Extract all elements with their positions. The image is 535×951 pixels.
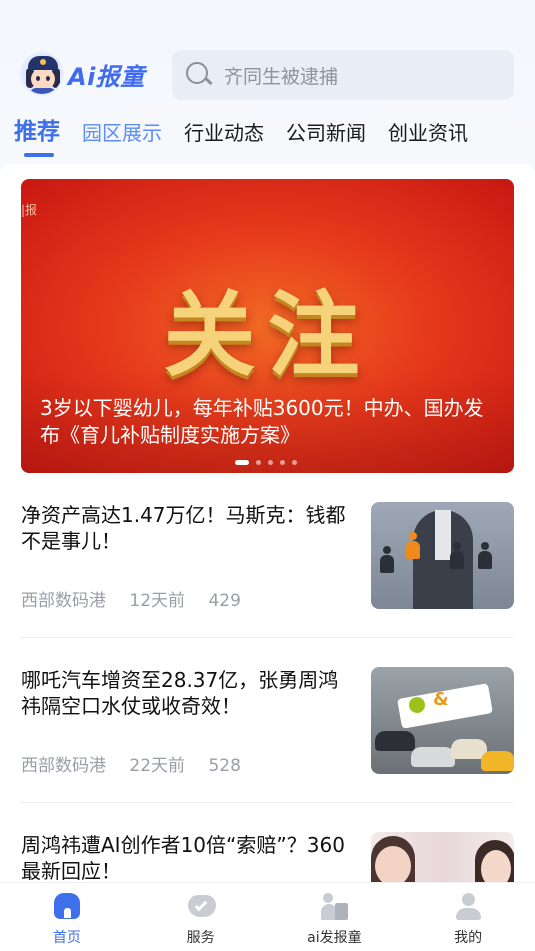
nav-service[interactable]: 服务 [134, 883, 268, 951]
nav-home[interactable]: 首页 [0, 883, 134, 951]
news-source: 西部数码港 [21, 591, 106, 611]
category-tabs: 推荐 园区展示 行业动态 公司新闻 创业资讯 [14, 108, 490, 158]
app-logo[interactable]: Ai报童 [20, 52, 145, 96]
divider [21, 637, 514, 638]
news-title: 哪吒汽车增资至28.37亿，张勇周鸿祎隔空口水仗或收奇效！ [21, 668, 339, 718]
news-time: 12天前 [129, 591, 186, 611]
news-meta: 西部数码港 12天前 429 [21, 586, 259, 611]
banner-tag: |报 [21, 203, 38, 217]
nav-label: 服务 [186, 930, 215, 946]
ai-report-icon [319, 891, 349, 921]
header: Ai报童 齐同生被逮捕 推荐 园区展示 行业动态 公司新闻 创业资讯 [0, 0, 535, 165]
nav-label: 我的 [454, 930, 483, 946]
tab-company-news[interactable]: 公司新闻 [286, 108, 366, 146]
nav-profile[interactable]: 我的 [401, 883, 535, 951]
nav-ai-report[interactable]: ai发报童 [268, 883, 402, 951]
carousel-dot[interactable] [268, 460, 273, 465]
news-thumbnail: & [371, 667, 514, 774]
news-thumbnail [371, 502, 514, 609]
carousel-dot[interactable] [235, 460, 249, 465]
search-icon [186, 62, 213, 88]
app-logo-text: Ai报童 [68, 62, 145, 91]
search-placeholder: 齐同生被逮捕 [224, 65, 339, 88]
tab-industry-news[interactable]: 行业动态 [184, 108, 264, 146]
search-bar[interactable]: 齐同生被逮捕 [172, 50, 514, 100]
news-item[interactable]: 周鸿祎遭AI创作者10倍“索赔”？360最新回应！ [21, 832, 514, 882]
tab-recommend[interactable]: 推荐 [14, 108, 60, 157]
carousel-dot[interactable] [256, 460, 261, 465]
nav-label: 首页 [52, 930, 81, 946]
home-icon [52, 891, 82, 921]
news-item[interactable]: 哪吒汽车增资至28.37亿，张勇周鸿祎隔空口水仗或收奇效！ 西部数码港 22天前… [21, 667, 514, 776]
divider [21, 802, 514, 803]
mascot-avatar-icon [20, 52, 64, 96]
news-item[interactable]: 净资产高达1.47万亿！马斯克：钱都不是事儿！ 西部数码港 12天前 429 [21, 502, 514, 611]
news-source: 西部数码港 [21, 756, 106, 776]
bottom-nav: 首页 服务 ai发报童 我的 [0, 882, 535, 951]
news-views: 429 [208, 591, 241, 611]
profile-icon [453, 891, 483, 921]
nav-label: ai发报童 [307, 930, 362, 946]
news-title: 周鸿祎遭AI创作者10倍“索赔”？360最新回应！ [21, 833, 345, 882]
carousel-indicator [235, 460, 304, 465]
carousel-dot[interactable] [280, 460, 285, 465]
feed-content: |报 关注 3岁以下婴幼儿，每年补贴3600元！中办、国办发布《育儿补贴制度实施… [0, 164, 535, 882]
tab-startup-info[interactable]: 创业资讯 [388, 108, 468, 146]
carousel-dot[interactable] [292, 460, 297, 465]
news-time: 22天前 [129, 756, 186, 776]
tab-park-showcase[interactable]: 园区展示 [82, 108, 162, 146]
service-icon [186, 891, 216, 921]
news-title: 净资产高达1.47万亿！马斯克：钱都不是事儿！ [21, 503, 346, 553]
banner-caption: 3岁以下婴幼儿，每年补贴3600元！中办、国办发布《育儿补贴制度实施方案》 [40, 396, 484, 447]
news-meta: 西部数码港 22天前 528 [21, 751, 259, 776]
news-views: 528 [208, 756, 241, 776]
banner-carousel[interactable]: |报 关注 3岁以下婴幼儿，每年补贴3600元！中办、国办发布《育儿补贴制度实施… [21, 179, 514, 473]
news-thumbnail [371, 832, 514, 882]
